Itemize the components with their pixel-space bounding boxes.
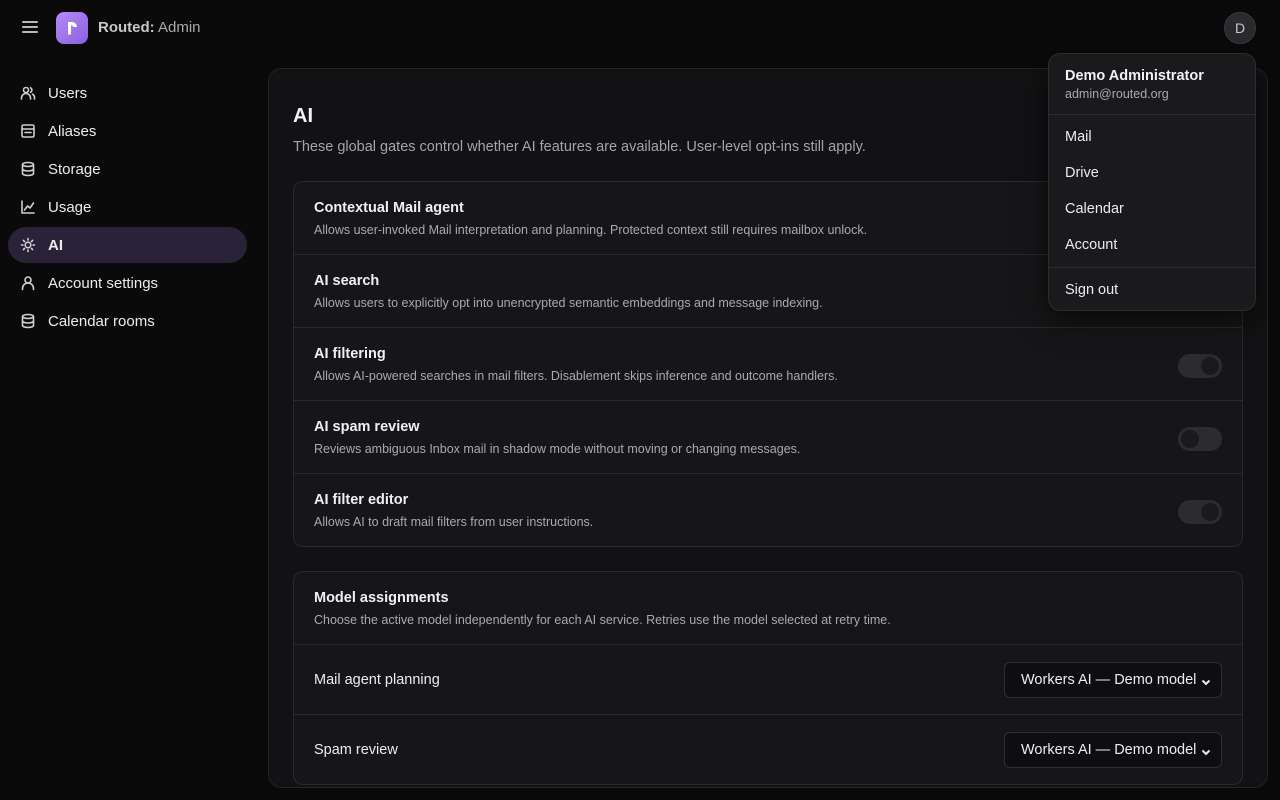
sidebar-item-label: Calendar rooms	[48, 312, 155, 330]
toggle-knob	[1201, 357, 1219, 375]
sidebar: Users Aliases Storage Usage AI Account s…	[8, 75, 247, 341]
database-icon	[20, 161, 36, 177]
app-title: Routed: Admin	[98, 19, 201, 36]
feature-description: Allows AI-powered searches in mail filte…	[314, 369, 838, 383]
brand-name: Routed:	[98, 19, 155, 36]
feature-toggle[interactable]	[1178, 427, 1222, 451]
model-row-spam-review: Spam review Workers AI — Demo model	[294, 715, 1242, 784]
menu-item-drive[interactable]: Drive	[1065, 165, 1099, 181]
sidebar-item-ai[interactable]: AI	[8, 227, 247, 263]
sidebar-item-label: Aliases	[48, 122, 97, 140]
feature-row-ai-filter-editor: AI filter editor Allows AI to draft mail…	[294, 474, 1242, 546]
sidebar-item-label: Account settings	[48, 274, 159, 292]
menu-divider	[1049, 267, 1255, 268]
database-icon	[20, 313, 36, 329]
model-select[interactable]: Workers AI — Demo model	[1004, 662, 1222, 698]
aliases-icon	[20, 123, 36, 139]
feature-title: Contextual Mail agent	[314, 200, 464, 216]
sidebar-item-account-settings[interactable]: Account settings	[8, 265, 247, 301]
feature-row-ai-spam-review: AI spam review Reviews ambiguous Inbox m…	[294, 401, 1242, 474]
feature-title: AI search	[314, 273, 380, 289]
sidebar-item-label: Usage	[48, 198, 92, 216]
menu-item-mail[interactable]: Mail	[1065, 129, 1092, 145]
model-row-label: Mail agent planning	[314, 672, 440, 688]
sidebar-item-storage[interactable]: Storage	[8, 151, 247, 187]
chevron-down-icon	[1201, 675, 1211, 686]
user-icon	[20, 275, 36, 291]
user-name: Demo Administrator	[1065, 68, 1204, 84]
feature-row-ai-filtering: AI filtering Allows AI-powered searches …	[294, 328, 1242, 401]
feature-description: Reviews ambiguous Inbox mail in shadow m…	[314, 442, 801, 456]
avatar[interactable]: D	[1224, 12, 1256, 44]
menu-toggle-icon[interactable]	[20, 18, 40, 38]
menu-item-account[interactable]: Account	[1065, 237, 1117, 253]
sign-out-button[interactable]: Sign out	[1065, 282, 1118, 298]
sidebar-item-calendar-rooms[interactable]: Calendar rooms	[8, 303, 247, 339]
user-email: admin@routed.org	[1065, 87, 1169, 101]
users-icon	[20, 85, 36, 101]
model-row-label: Spam review	[314, 742, 398, 758]
model-row-mail-agent-planning: Mail agent planning Workers AI — Demo mo…	[294, 645, 1242, 715]
sidebar-item-aliases[interactable]: Aliases	[8, 113, 247, 149]
sun-icon	[20, 237, 36, 253]
feature-description: Allows users to explicitly opt into unen…	[314, 296, 823, 310]
feature-title: AI spam review	[314, 419, 420, 435]
feature-toggle[interactable]	[1178, 500, 1222, 524]
chevron-down-icon	[1201, 745, 1211, 756]
model-select-value: Workers AI — Demo model	[1021, 742, 1197, 758]
section-title: Model assignments	[314, 590, 449, 606]
feature-description: Allows user-invoked Mail interpretation …	[314, 223, 868, 237]
model-select[interactable]: Workers AI — Demo model	[1004, 732, 1222, 768]
sidebar-item-label: AI	[48, 236, 63, 254]
model-assignments-header: Model assignments Choose the active mode…	[294, 572, 1242, 645]
menu-divider	[1049, 114, 1255, 115]
sidebar-item-usage[interactable]: Usage	[8, 189, 247, 225]
section-description: Choose the active model independently fo…	[314, 613, 891, 627]
sidebar-item-label: Storage	[48, 160, 101, 178]
brand-suffix: Admin	[154, 19, 201, 36]
sidebar-item-label: Users	[48, 84, 88, 102]
feature-description: Allows AI to draft mail filters from use…	[314, 515, 594, 529]
logo-mark-icon	[68, 22, 77, 35]
sidebar-item-users[interactable]: Users	[8, 75, 247, 111]
routed-logo[interactable]	[56, 12, 88, 44]
page-description: These global gates control whether AI fe…	[293, 139, 866, 155]
user-menu: Demo Administrator admin@routed.org Mail…	[1048, 53, 1256, 311]
toggle-knob	[1181, 430, 1199, 448]
feature-title: AI filter editor	[314, 492, 409, 508]
feature-title: AI filtering	[314, 346, 386, 362]
chart-line-icon	[20, 199, 36, 215]
page-title: AI	[293, 105, 313, 127]
feature-toggle[interactable]	[1178, 354, 1222, 378]
model-assignments-card: Model assignments Choose the active mode…	[293, 571, 1243, 785]
toggle-knob	[1201, 503, 1219, 521]
menu-item-calendar[interactable]: Calendar	[1065, 201, 1124, 217]
model-select-value: Workers AI — Demo model	[1021, 672, 1197, 688]
